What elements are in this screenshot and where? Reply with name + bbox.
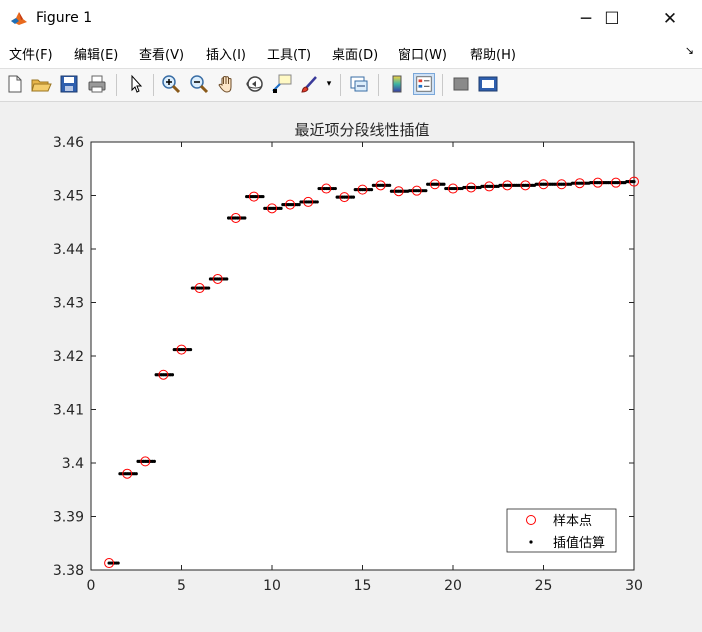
legend-interp-marker [529,540,533,544]
y-tick-label: 3.38 [53,563,84,579]
x-tick-label: 25 [535,578,553,594]
menu-file[interactable]: 文件(F) [9,44,53,63]
y-tick-label: 3.41 [53,403,84,419]
menubar-overflow-icon[interactable]: ↘ [685,44,694,57]
x-tick-label: 5 [177,578,186,594]
matlab-logo-icon [10,9,28,27]
interp-point [333,186,337,191]
save-icon[interactable] [58,73,80,95]
x-tick-label: 15 [354,578,372,594]
link-plot-icon[interactable] [348,73,370,95]
menu-insert[interactable]: 插入(I) [206,44,246,63]
open-file-icon[interactable] [30,73,52,95]
print-icon[interactable] [86,73,108,95]
chart-title: 最近项分段线性插值 [294,121,429,139]
brush-dropdown-icon[interactable]: ▾ [324,73,334,95]
title-bar: Figure 1 ─ ☐ ✕ [0,0,702,38]
window-title: Figure 1 [36,10,93,26]
interp-point [134,472,138,476]
menu-tools[interactable]: 工具(T) [267,44,311,63]
y-tick-label: 3.42 [53,349,84,365]
toolbar-separator [378,74,379,96]
interp-point [152,459,156,463]
figure-canvas: 最近项分段线性插值 0 5 10 15 20 25 30 3.38 3.39 3.4 3.41 3.4… [0,102,702,628]
y-tick-label: 3.4 [62,456,84,472]
interp-point [388,183,392,187]
brush-icon[interactable] [299,73,321,95]
figure-toolbar: ▾ [0,68,702,102]
y-tick-label: 3.44 [53,242,84,258]
toolbar-separator [153,74,154,96]
x-tick-label: 10 [263,578,281,594]
interp-point [442,182,446,186]
zoom-in-icon[interactable] [160,73,182,95]
y-tick-label: 3.39 [53,510,84,526]
pointer-icon[interactable] [125,73,147,95]
y-tick-label: 3.46 [53,135,84,151]
interp-point [225,277,229,281]
interp-point [632,179,636,184]
interp-point [297,202,301,207]
legend-icon[interactable] [413,73,435,95]
x-tick-label: 30 [625,578,643,594]
legend-interp-label: 插值估算 [553,535,605,551]
menu-view[interactable]: 查看(V) [139,44,184,63]
maximize-button[interactable]: ☐ [589,0,635,38]
legend[interactable]: 样本点 插值估算 [506,508,617,553]
toolbar-separator [116,74,117,96]
interp-point [170,373,175,377]
plot-area [90,141,635,571]
interp-point [315,200,319,204]
new-figure-icon[interactable] [4,73,26,95]
rotate-3d-icon[interactable] [244,73,266,95]
interp-point [424,189,428,193]
toolbar-separator [442,74,443,96]
y-tick-label: 3.43 [53,296,84,312]
x-tick-label: 20 [444,578,462,594]
colorbar-icon[interactable] [386,73,408,95]
interp-point [207,286,211,290]
interp-point [261,194,265,199]
x-tick-label: 0 [87,578,96,594]
hide-plot-tools-icon[interactable] [450,73,472,95]
legend-sample-label: 样本点 [553,514,592,529]
interp-point [243,216,247,220]
interp-point [188,347,193,352]
show-plot-tools-icon[interactable] [477,73,499,95]
menu-window[interactable]: 窗口(W) [398,44,447,63]
toolbar-separator [340,74,341,96]
interp-point [369,188,374,192]
menu-help[interactable]: 帮助(H) [470,44,516,63]
pan-icon[interactable] [216,73,238,95]
close-button[interactable]: ✕ [647,0,693,38]
menu-edit[interactable]: 编辑(E) [74,44,118,63]
menu-bar: 文件(F) 编辑(E) 查看(V) 插入(I) 工具(T) 桌面(D) 窗口(W… [0,38,702,68]
chart-svg[interactable]: 最近项分段线性插值 0 5 10 15 20 25 30 3.38 3.39 3.4 3.41 3.4… [0,102,702,628]
data-cursor-icon[interactable] [271,73,293,95]
y-tick-label: 3.45 [53,189,84,205]
zoom-out-icon[interactable] [188,73,210,95]
interp-point [351,195,356,199]
interp-point [279,206,283,210]
menu-desktop[interactable]: 桌面(D) [332,44,378,63]
interp-point [116,561,120,565]
